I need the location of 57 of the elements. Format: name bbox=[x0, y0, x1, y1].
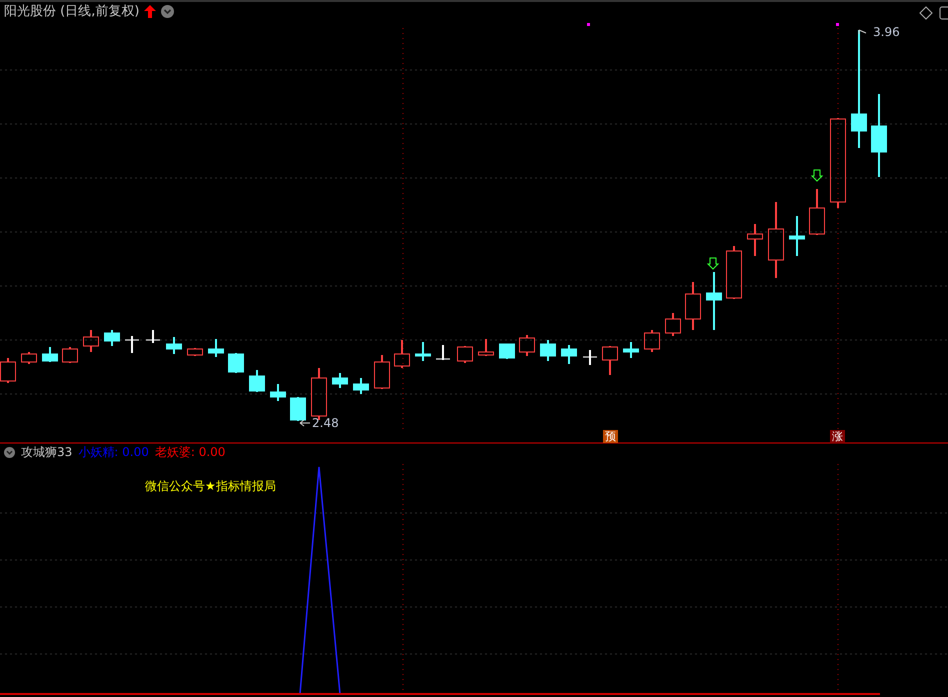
candlestick bbox=[374, 355, 390, 389]
candlestick bbox=[809, 189, 825, 235]
down-arrow-icon bbox=[810, 170, 824, 182]
panel-toggle-icon[interactable] bbox=[940, 6, 948, 20]
candlestick bbox=[290, 397, 306, 421]
candlestick bbox=[270, 384, 286, 401]
candlestick bbox=[104, 330, 120, 346]
indicator-caption: 微信公众号★指标情报局 bbox=[145, 478, 276, 495]
candlestick bbox=[685, 282, 701, 330]
high-pointer-icon bbox=[858, 30, 866, 34]
candlestick bbox=[644, 330, 660, 352]
candlestick bbox=[706, 272, 722, 330]
candlestick bbox=[602, 346, 618, 375]
candlestick bbox=[436, 345, 450, 360]
candlestick bbox=[0, 358, 16, 383]
up-arrow-icon bbox=[144, 4, 156, 18]
chevron-down-icon[interactable] bbox=[4, 447, 15, 458]
chevron-down-icon[interactable] bbox=[161, 4, 174, 18]
candlestick bbox=[415, 342, 431, 361]
candlestick bbox=[42, 347, 58, 362]
chart-title: 阳光股份 (日线,前复权) bbox=[4, 3, 140, 20]
candlestick bbox=[166, 337, 182, 354]
candlestick bbox=[478, 339, 494, 356]
candlestick bbox=[747, 224, 763, 256]
signal-badge: 预 bbox=[603, 430, 618, 443]
candlestick bbox=[249, 370, 265, 392]
candlestick bbox=[146, 330, 160, 343]
indicator-name: 攻城狮33 bbox=[21, 444, 72, 461]
low-pointer-icon bbox=[300, 420, 310, 426]
candlestick bbox=[726, 246, 742, 299]
candlestick bbox=[457, 346, 473, 363]
candlestick bbox=[582, 350, 598, 365]
candlestick bbox=[561, 345, 577, 364]
down-arrow-icon bbox=[706, 258, 720, 270]
candlestick bbox=[332, 373, 348, 388]
indicator-value: 小妖精: 0.00 bbox=[78, 444, 149, 461]
candlestick bbox=[187, 348, 203, 356]
candlestick bbox=[21, 352, 37, 364]
indicator-value: 老妖婆: 0.00 bbox=[154, 444, 226, 461]
signal-badge: 涨 bbox=[830, 430, 845, 443]
candlestick bbox=[228, 353, 244, 373]
low-price-label: 2.48 bbox=[312, 416, 339, 430]
candlestick bbox=[394, 340, 410, 368]
candlestick bbox=[124, 336, 140, 353]
candlestick bbox=[789, 216, 805, 256]
candlestick bbox=[62, 347, 78, 363]
candlestick bbox=[499, 344, 515, 359]
diamond-icon[interactable] bbox=[919, 6, 933, 20]
candlestick bbox=[540, 340, 556, 361]
candlestick bbox=[208, 339, 224, 357]
candlestick bbox=[623, 342, 639, 358]
candlestick bbox=[519, 335, 535, 356]
candlestick bbox=[83, 330, 99, 352]
high-price-label: 3.96 bbox=[873, 25, 900, 39]
candlestick bbox=[665, 313, 681, 336]
candlestick bbox=[311, 368, 327, 420]
candlestick bbox=[353, 378, 369, 394]
